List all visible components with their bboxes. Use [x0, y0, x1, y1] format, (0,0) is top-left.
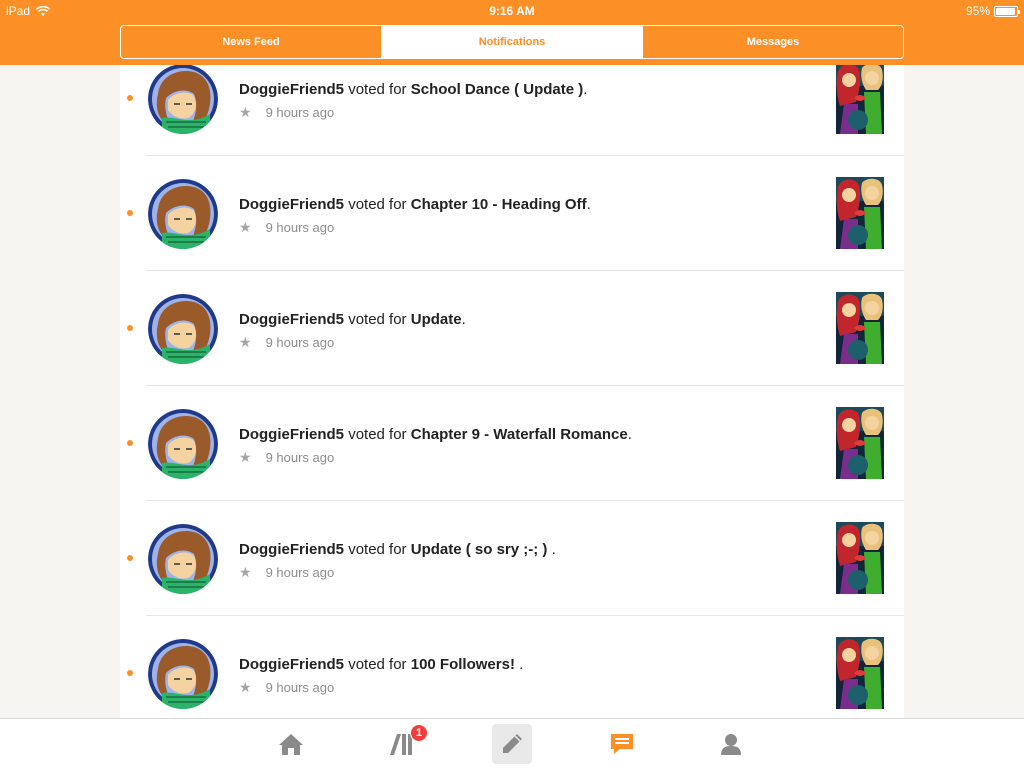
notification-story-title[interactable]: Chapter 10 - Heading Off: [411, 196, 587, 213]
home-tab[interactable]: [271, 724, 311, 764]
home-icon: [279, 734, 303, 755]
notification-item[interactable]: DoggieFriend5 voted for School Dance ( U…: [120, 65, 904, 156]
notification-time: 9 hours ago: [265, 565, 335, 580]
notification-verb: voted for: [348, 426, 407, 443]
notification-user[interactable]: DoggieFriend5: [239, 426, 344, 443]
app-header: iPad 9:16 AM 95% News Feed Notifications…: [0, 0, 1024, 65]
notification-verb: voted for: [348, 196, 407, 213]
message-icon: [611, 734, 633, 754]
notification-time: 9 hours ago: [265, 105, 335, 120]
unread-dot: [127, 325, 133, 331]
notification-item[interactable]: DoggieFriend5 voted for Update ( so sry …: [120, 501, 904, 616]
tab-notifications[interactable]: Notifications: [382, 26, 643, 58]
story-cover-thumbnail[interactable]: [836, 522, 884, 594]
star-icon: ★: [239, 219, 252, 235]
notification-verb: voted for: [348, 541, 407, 558]
unread-dot: [127, 670, 133, 676]
avatar[interactable]: [148, 639, 218, 709]
notification-text: DoggieFriend5 voted for Chapter 10 - Hea…: [239, 196, 591, 213]
notification-verb: voted for: [348, 81, 407, 98]
write-tab[interactable]: [492, 724, 532, 764]
unread-dot: [127, 95, 133, 101]
notification-verb: voted for: [348, 311, 407, 328]
notification-text: DoggieFriend5 voted for Chapter 9 - Wate…: [239, 426, 632, 443]
notification-time: 9 hours ago: [265, 220, 335, 235]
notification-text: DoggieFriend5 voted for Update ( so sry …: [239, 541, 556, 558]
notification-story-title[interactable]: Chapter 9 - Waterfall Romance: [411, 426, 628, 443]
battery-icon: [994, 5, 1020, 17]
library-tab[interactable]: 1: [382, 724, 428, 764]
feed-tabs: News Feed Notifications Messages: [120, 25, 904, 59]
star-icon: ★: [239, 449, 252, 465]
unread-dot: [127, 210, 133, 216]
notification-story-title[interactable]: School Dance ( Update ): [411, 81, 584, 98]
avatar[interactable]: [148, 179, 218, 249]
pencil-icon: [503, 734, 522, 753]
avatar[interactable]: [148, 65, 218, 134]
story-cover-thumbnail[interactable]: [836, 65, 884, 134]
notification-suffix: .: [547, 541, 556, 558]
status-time: 9:16 AM: [489, 4, 535, 18]
notification-item[interactable]: DoggieFriend5 voted for Chapter 10 - Hea…: [120, 156, 904, 271]
notification-time: 9 hours ago: [265, 335, 335, 350]
notification-item[interactable]: DoggieFriend5 voted for Chapter 9 - Wate…: [120, 386, 904, 501]
tab-messages[interactable]: Messages: [643, 26, 903, 58]
profile-icon: [721, 734, 741, 755]
notification-item[interactable]: DoggieFriend5 voted for Update. ★ 9 hour…: [120, 271, 904, 386]
notification-user[interactable]: DoggieFriend5: [239, 541, 344, 558]
notifications-tab[interactable]: [602, 724, 642, 764]
notification-suffix: .: [586, 196, 591, 213]
story-cover-thumbnail[interactable]: [836, 177, 884, 249]
notification-user[interactable]: DoggieFriend5: [239, 196, 344, 213]
notification-suffix: .: [461, 311, 466, 328]
story-cover-thumbnail[interactable]: [836, 292, 884, 364]
library-badge: 1: [410, 724, 428, 742]
notification-time: 9 hours ago: [265, 450, 335, 465]
status-bar: iPad 9:16 AM 95%: [0, 0, 1024, 22]
story-cover-thumbnail[interactable]: [836, 407, 884, 479]
star-icon: ★: [239, 564, 252, 580]
avatar[interactable]: [148, 524, 218, 594]
notification-suffix: .: [583, 81, 588, 98]
notification-text: DoggieFriend5 voted for 100 Followers! .: [239, 656, 523, 673]
notification-user[interactable]: DoggieFriend5: [239, 311, 344, 328]
tab-news-feed[interactable]: News Feed: [121, 26, 382, 58]
star-icon: ★: [239, 679, 252, 695]
unread-dot: [127, 555, 133, 561]
notification-user[interactable]: DoggieFriend5: [239, 81, 344, 98]
notification-item[interactable]: DoggieFriend5 voted for 100 Followers! .…: [120, 616, 904, 718]
notification-text: DoggieFriend5 voted for Update.: [239, 311, 466, 328]
notification-time: 9 hours ago: [265, 680, 335, 695]
notifications-list: DoggieFriend5 voted for School Dance ( U…: [120, 65, 904, 718]
notification-suffix: .: [627, 426, 632, 443]
notification-story-title[interactable]: 100 Followers!: [411, 656, 515, 673]
notification-suffix: .: [514, 656, 524, 673]
notification-user[interactable]: DoggieFriend5: [239, 656, 344, 673]
notification-verb: voted for: [348, 656, 407, 673]
notification-text: DoggieFriend5 voted for School Dance ( U…: [239, 81, 587, 98]
battery-percent: 95%: [965, 4, 990, 18]
avatar[interactable]: [148, 294, 218, 364]
story-cover-thumbnail[interactable]: [836, 637, 884, 709]
unread-dot: [127, 440, 133, 446]
bottom-tab-bar: 1: [0, 718, 1024, 768]
notification-story-title[interactable]: Update ( so sry ;-; ): [411, 541, 548, 558]
avatar[interactable]: [148, 409, 218, 479]
profile-tab[interactable]: [711, 724, 751, 764]
star-icon: ★: [239, 334, 252, 350]
star-icon: ★: [239, 104, 252, 120]
notification-story-title[interactable]: Update: [411, 311, 462, 328]
